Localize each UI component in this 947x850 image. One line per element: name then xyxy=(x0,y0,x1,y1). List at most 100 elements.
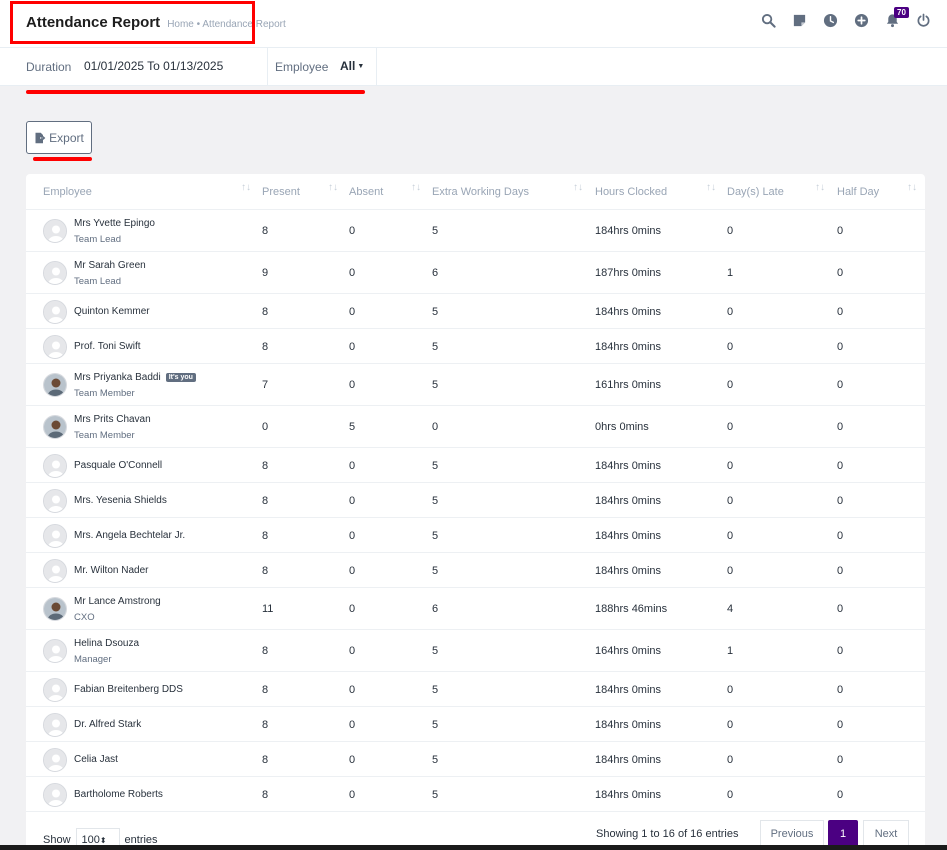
table-row: Mr Lance Amstrong CXO 11 0 6 188hrs 46mins 4 0 xyxy=(26,587,925,629)
employee-name[interactable]: Dr. Alfred Stark xyxy=(74,719,141,730)
sort-icon[interactable]: ↑↓ xyxy=(815,182,825,193)
sort-icon[interactable]: ↑↓ xyxy=(573,182,583,193)
avatar[interactable] xyxy=(43,453,67,478)
cell-hours-clocked: 184hrs 0mins xyxy=(595,340,662,353)
power-icon[interactable] xyxy=(916,13,931,28)
plus-circle-icon[interactable] xyxy=(854,13,869,28)
sticky-note-icon[interactable] xyxy=(792,13,807,28)
avatar[interactable] xyxy=(43,219,67,243)
employee-name[interactable]: Mrs Yvette Epingo xyxy=(74,218,155,229)
clock-icon[interactable] xyxy=(823,13,838,28)
employee-name[interactable]: Celia Jast xyxy=(74,754,118,765)
avatar[interactable] xyxy=(43,488,67,513)
cell-half-day: 0 xyxy=(837,753,844,766)
duration-filter[interactable]: Duration 01/01/2025 To 01/13/2025 xyxy=(0,48,268,86)
employee-name[interactable]: Bartholome Roberts xyxy=(74,789,163,800)
bell-icon[interactable]: 70 xyxy=(885,7,909,28)
page-1-button[interactable]: 1 xyxy=(828,820,858,848)
cell-hours-clocked: 164hrs 0mins xyxy=(595,645,662,657)
col-days-late[interactable]: Day(s) Late xyxy=(727,186,784,198)
export-button[interactable]: Export xyxy=(26,121,92,154)
avatar[interactable] xyxy=(43,299,67,324)
employee-name-text: Mrs Prits Chavan xyxy=(74,414,151,425)
employee-name[interactable]: Mr. Wilton Nader xyxy=(74,565,148,576)
employee-name[interactable]: Mrs Priyanka Baddi It's you xyxy=(74,372,196,383)
cell-absent: 0 xyxy=(349,225,356,237)
cell-extra-working-days: 5 xyxy=(432,788,439,801)
cell-absent: 0 xyxy=(349,718,356,731)
table-row: Mr Sarah Green Team Lead 9 0 6 187hrs 0mins 1 0 xyxy=(26,251,925,293)
col-absent[interactable]: Absent xyxy=(349,186,383,198)
cell-days-late: 0 xyxy=(727,529,734,542)
avatar[interactable] xyxy=(43,747,67,772)
avatar[interactable] xyxy=(43,558,67,583)
employee-role: Manager xyxy=(74,654,112,665)
top-icons: 70 xyxy=(745,7,931,28)
avatar[interactable] xyxy=(43,523,67,548)
avatar[interactable] xyxy=(43,639,67,663)
employee-name[interactable]: Prof. Toni Swift xyxy=(74,341,141,352)
file-export-icon xyxy=(35,132,46,143)
search-icon[interactable] xyxy=(761,13,776,28)
employee-name[interactable]: Mr Sarah Green xyxy=(74,260,146,271)
cell-present: 8 xyxy=(262,753,269,766)
cell-present: 8 xyxy=(262,718,269,731)
sort-icon[interactable]: ↑↓ xyxy=(328,182,338,193)
sort-icon[interactable]: ↑↓ xyxy=(706,182,716,193)
cell-absent: 0 xyxy=(349,683,356,696)
table-row: Celia Jast 8 0 5 184hrs 0mins 0 0 xyxy=(26,741,925,776)
employee-name[interactable]: Mrs Prits Chavan xyxy=(74,414,151,425)
col-employee[interactable]: Employee xyxy=(43,186,92,198)
sort-icon[interactable]: ↑↓ xyxy=(907,182,917,193)
avatar[interactable] xyxy=(43,782,67,807)
employee-name[interactable]: Mrs. Yesenia Shields xyxy=(74,495,167,506)
employee-name[interactable]: Mr Lance Amstrong xyxy=(74,596,161,607)
cell-present: 8 xyxy=(262,529,269,542)
avatar[interactable] xyxy=(43,373,67,397)
cell-extra-working-days: 5 xyxy=(432,564,439,577)
cell-absent: 0 xyxy=(349,494,356,507)
employee-name[interactable]: Helina Dsouza xyxy=(74,638,139,649)
cell-hours-clocked: 184hrs 0mins xyxy=(595,225,662,237)
cell-days-late: 0 xyxy=(727,564,734,577)
employee-name[interactable]: Quinton Kemmer xyxy=(74,306,150,317)
employee-name-text: Mrs Priyanka Baddi xyxy=(74,372,161,383)
cell-days-late: 0 xyxy=(727,340,734,353)
cell-half-day: 0 xyxy=(837,529,844,542)
employee-name-text: Dr. Alfred Stark xyxy=(74,718,142,730)
employee-name-text: Mrs. Angela Bechtelar Jr. xyxy=(74,529,186,541)
avatar[interactable] xyxy=(43,677,67,702)
employee-role: CXO xyxy=(74,612,95,623)
employee-name[interactable]: Pasquale O'Connell xyxy=(74,460,162,471)
col-hours-clocked[interactable]: Hours Clocked xyxy=(595,186,667,198)
cell-extra-working-days: 6 xyxy=(432,603,439,615)
annotation-highlight-box xyxy=(10,1,255,44)
duration-value[interactable]: 01/01/2025 To 01/13/2025 xyxy=(84,59,223,73)
col-extra-working-days[interactable]: Extra Working Days xyxy=(432,186,529,198)
employee-select[interactable]: All ▼ xyxy=(340,59,364,73)
avatar[interactable] xyxy=(43,334,67,359)
employee-name-text: Fabian Breitenberg DDS xyxy=(74,683,183,695)
previous-page-button[interactable]: Previous xyxy=(760,820,824,848)
avatar[interactable] xyxy=(43,712,67,737)
employee-name[interactable]: Fabian Breitenberg DDS xyxy=(74,684,183,695)
avatar[interactable] xyxy=(43,597,67,621)
cell-extra-working-days: 5 xyxy=(432,305,439,318)
cell-absent: 0 xyxy=(349,340,356,353)
sort-icon[interactable]: ↑↓ xyxy=(241,182,251,193)
cell-present: 8 xyxy=(262,645,269,657)
table-row: Mrs Prits Chavan Team Member 0 5 0 0hrs 0mins… xyxy=(26,405,925,447)
next-page-button[interactable]: Next xyxy=(863,820,909,848)
avatar[interactable] xyxy=(43,415,67,439)
col-half-day[interactable]: Half Day xyxy=(837,186,879,198)
top-bar: Attendance Report Home • Attendance Repo… xyxy=(0,0,947,48)
sort-icon[interactable]: ↑↓ xyxy=(411,182,421,193)
cell-extra-working-days: 5 xyxy=(432,340,439,353)
avatar[interactable] xyxy=(43,261,67,285)
employee-filter[interactable]: Employee All ▼ xyxy=(268,48,377,86)
cell-half-day: 0 xyxy=(837,603,844,615)
col-present[interactable]: Present xyxy=(262,186,300,198)
employee-name[interactable]: Mrs. Angela Bechtelar Jr. xyxy=(74,530,185,541)
cell-present: 8 xyxy=(262,683,269,696)
table-row: Mr. Wilton Nader 8 0 5 184hrs 0mins 0 0 xyxy=(26,552,925,587)
